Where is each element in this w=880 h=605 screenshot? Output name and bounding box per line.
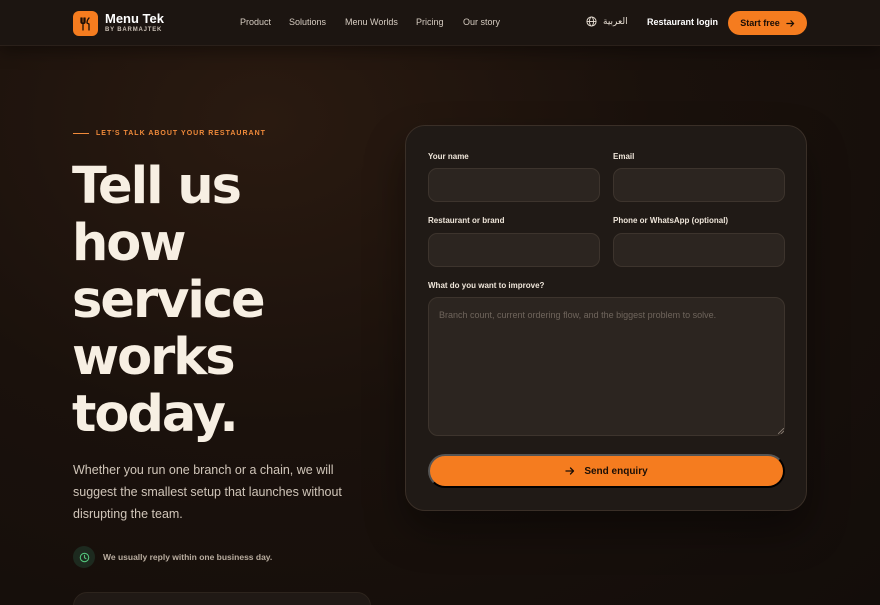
restaurant-login-link[interactable]: Restaurant login — [647, 17, 718, 27]
send-enquiry-button[interactable]: Send enquiry — [428, 454, 785, 488]
nav-our-story[interactable]: Our story — [463, 17, 500, 27]
nav-solutions[interactable]: Solutions — [289, 17, 326, 27]
enquiry-form: Your name Email Restaurant or brand Phon… — [405, 125, 807, 511]
improve-textarea[interactable] — [428, 297, 785, 436]
eyebrow: LET'S TALK ABOUT YOUR RESTAURANT — [73, 130, 266, 137]
page-title: Tell us how service works today. — [72, 158, 392, 443]
nav-menu-worlds[interactable]: Menu Worlds — [345, 17, 398, 27]
name-input[interactable] — [428, 168, 600, 202]
resize-handle-icon[interactable] — [778, 428, 784, 434]
eyebrow-text: LET'S TALK ABOUT YOUR RESTAURANT — [96, 130, 266, 137]
clock-icon — [73, 546, 95, 568]
phone-label: Phone or WhatsApp (optional) — [613, 216, 729, 225]
name-label: Your name — [428, 152, 469, 161]
title-line-5: today. — [72, 385, 239, 444]
title-line-3: service — [72, 271, 266, 330]
site-header: Menu Tek BY BARMAJTEK Product Solutions … — [0, 0, 880, 46]
phone-input[interactable] — [613, 233, 785, 267]
eyebrow-line — [73, 133, 89, 134]
logo-icon[interactable] — [73, 11, 98, 36]
nav-pricing[interactable]: Pricing — [416, 17, 444, 27]
brand-name[interactable]: Menu Tek — [105, 11, 164, 26]
email-input[interactable] — [613, 168, 785, 202]
title-line-4: works — [72, 328, 236, 387]
start-free-label: Start free — [740, 18, 780, 28]
restaurant-label: Restaurant or brand — [428, 216, 505, 225]
reply-note: We usually reply within one business day… — [103, 552, 273, 562]
globe-icon — [586, 16, 597, 27]
title-line-1: Tell us — [72, 157, 242, 216]
nav-product[interactable]: Product — [240, 17, 271, 27]
send-enquiry-label: Send enquiry — [584, 465, 648, 477]
language-label: العربية — [603, 16, 628, 27]
hero-description: Whether you run one branch or a chain, w… — [73, 463, 342, 521]
language-switcher[interactable]: العربية — [586, 16, 628, 27]
email-label: Email — [613, 152, 635, 161]
arrow-right-icon — [565, 467, 575, 475]
title-line-2: how — [72, 214, 186, 273]
start-free-button[interactable]: Start free — [728, 11, 807, 35]
improve-label: What do you want to improve? — [428, 281, 545, 290]
arrow-right-icon — [786, 19, 794, 27]
info-card — [73, 592, 371, 605]
restaurant-input[interactable] — [428, 233, 600, 267]
brand-subtitle: BY BARMAJTEK — [105, 27, 163, 33]
